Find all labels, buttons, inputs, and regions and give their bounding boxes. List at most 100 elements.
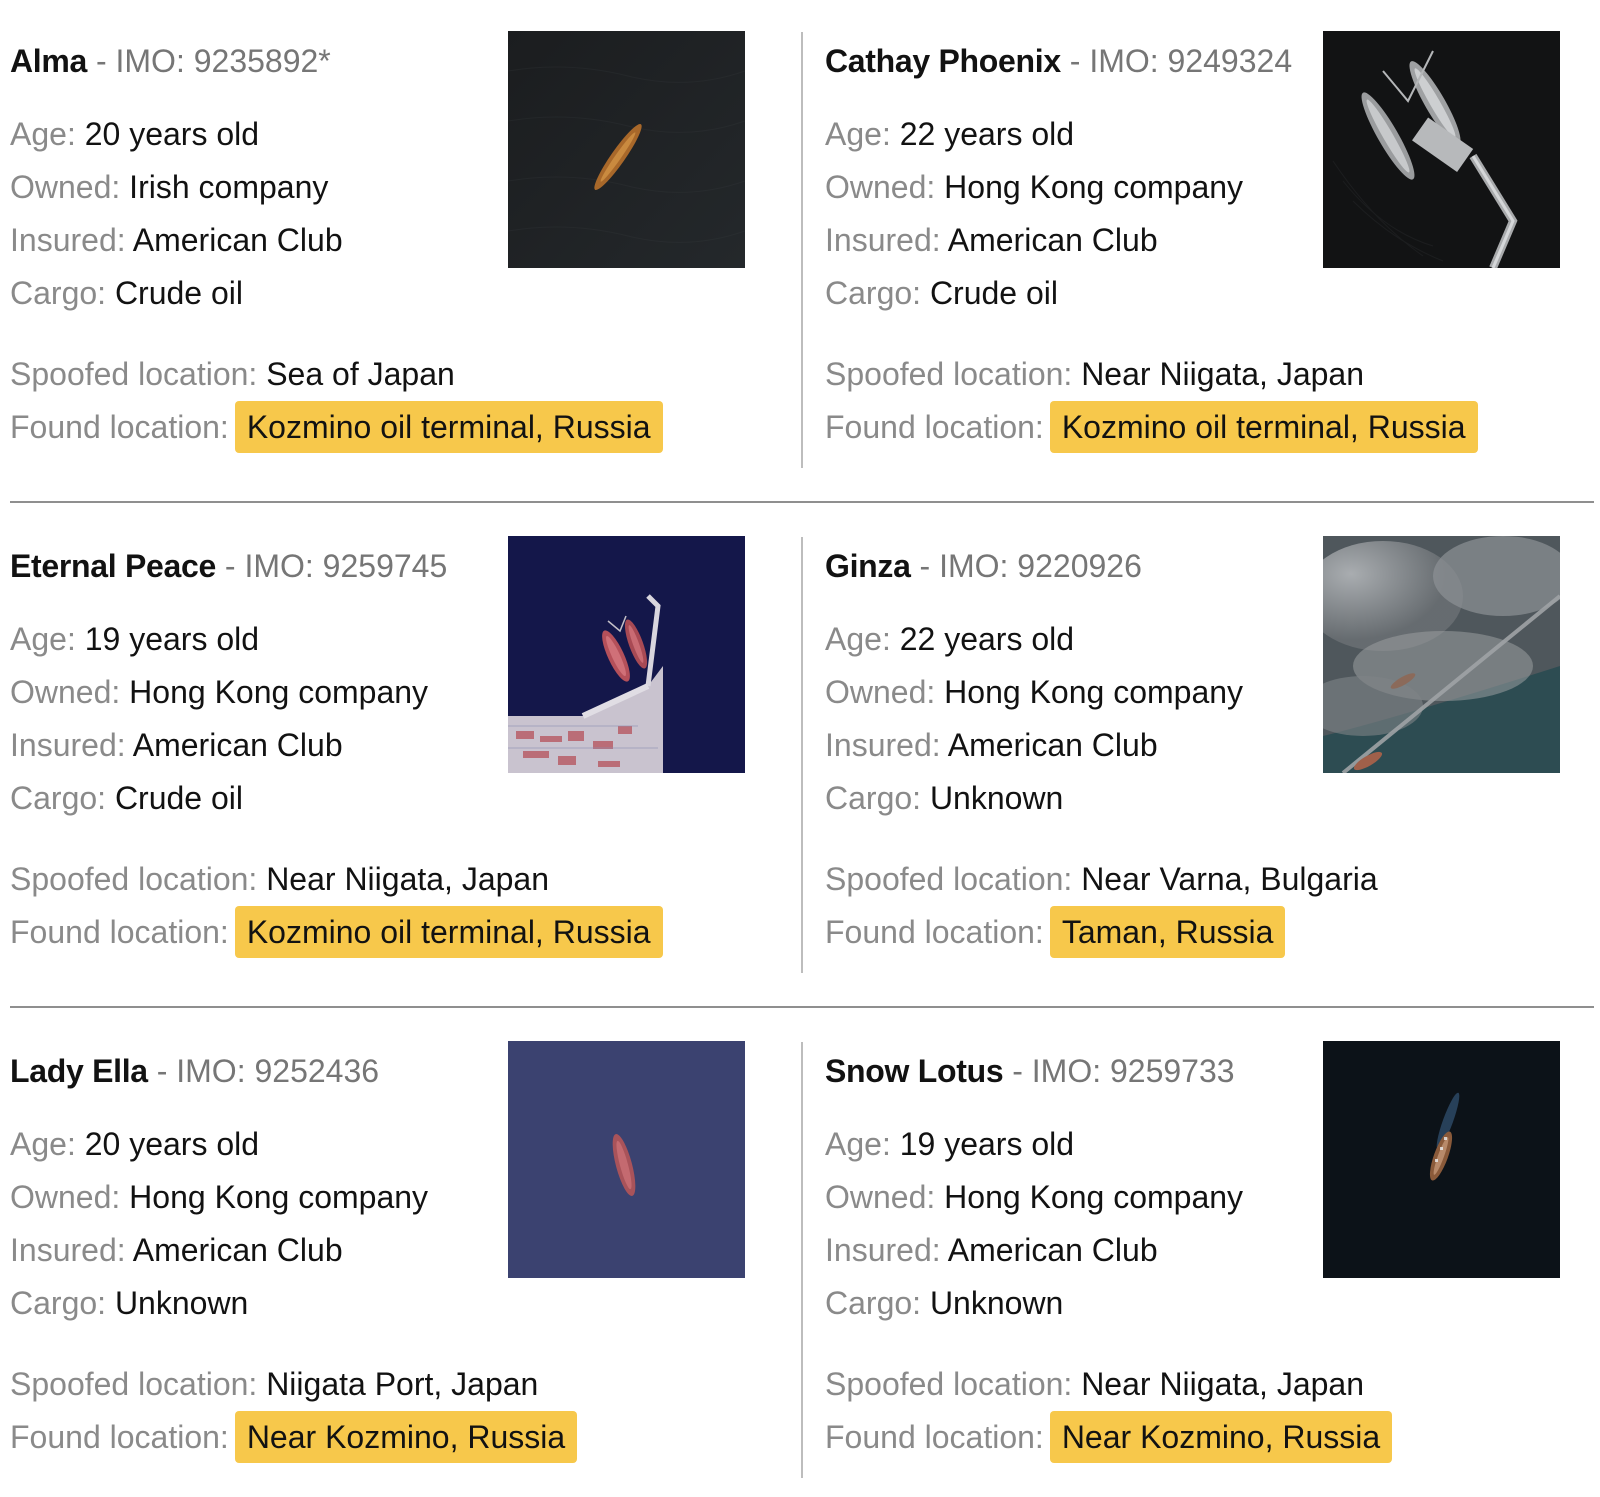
insured-label: Insured: — [10, 222, 126, 258]
satellite-image — [508, 31, 745, 268]
insured-label: Insured: — [10, 727, 126, 763]
vessel-locations: Spoofed location: Near Varna, Bulgaria F… — [825, 853, 1378, 959]
age-label: Age: — [825, 116, 891, 152]
vessel-title: Eternal Peace - IMO: 9259745 — [10, 547, 447, 585]
owned-label: Owned: — [10, 169, 121, 205]
vessel-row: Eternal Peace - IMO: 9259745 Age: 19 yea… — [0, 505, 1600, 965]
imo-number: 9252436 — [254, 1053, 380, 1089]
vessel-card: Lady Ella - IMO: 9252436 Age: 20 years o… — [0, 1010, 780, 1470]
age-value: 19 years old — [899, 1126, 1075, 1162]
found-location-highlight: Near Kozmino, Russia — [1049, 1411, 1393, 1463]
owned-value: Hong Kong company — [129, 1179, 429, 1215]
found-label: Found location: — [825, 914, 1044, 950]
imo-label: IMO: — [115, 43, 185, 79]
insured-label: Insured: — [10, 1232, 126, 1268]
cargo-value: Crude oil — [929, 275, 1058, 311]
spoofed-value: Near Niigata, Japan — [266, 861, 550, 897]
found-label: Found location: — [825, 409, 1044, 445]
row-divider — [10, 1006, 1594, 1008]
imo-label: IMO: — [1089, 43, 1159, 79]
found-label: Found location: — [10, 1419, 229, 1455]
insured-value: American Club — [947, 1232, 1158, 1268]
cargo-label: Cargo: — [10, 1285, 107, 1321]
spoofed-value: Niigata Port, Japan — [266, 1366, 539, 1402]
imo-separator: - — [87, 43, 116, 79]
vessel-name: Ginza — [825, 548, 911, 584]
vessel-name: Snow Lotus — [825, 1053, 1004, 1089]
insured-value: American Club — [947, 727, 1158, 763]
imo-separator: - — [216, 548, 245, 584]
imo-separator: - — [1060, 43, 1090, 79]
spoofed-label: Spoofed location: — [10, 356, 258, 392]
spoofed-label: Spoofed location: — [10, 1366, 258, 1402]
satellite-image — [508, 1041, 745, 1278]
vessel-details: Age: 19 years old Owned: Hong Kong compa… — [825, 1118, 1243, 1330]
vessel-details: Age: 22 years old Owned: Hong Kong compa… — [825, 108, 1243, 320]
imo-separator: - — [910, 548, 940, 584]
column-divider — [801, 537, 803, 973]
age-label: Age: — [825, 621, 891, 657]
vessel-card: Alma - IMO: 9235892* Age: 20 years old O… — [0, 0, 780, 460]
owned-label: Owned: — [10, 674, 121, 710]
spoofed-value: Near Niigata, Japan — [1081, 1366, 1365, 1402]
vessel-name: Alma — [10, 43, 88, 79]
vessel-title: Alma - IMO: 9235892* — [10, 42, 331, 80]
cargo-value: Crude oil — [114, 780, 243, 816]
cargo-label: Cargo: — [825, 275, 922, 311]
found-location-highlight: Kozmino oil terminal, Russia — [1049, 401, 1478, 453]
vessel-details: Age: 19 years old Owned: Hong Kong compa… — [10, 613, 428, 825]
found-location-highlight: Near Kozmino, Russia — [234, 1411, 578, 1463]
cargo-label: Cargo: — [10, 275, 107, 311]
found-label: Found location: — [10, 914, 229, 950]
cargo-value: Unknown — [929, 1285, 1064, 1321]
age-value: 20 years old — [84, 1126, 260, 1162]
found-location-highlight: Kozmino oil terminal, Russia — [234, 906, 663, 958]
vessel-locations: Spoofed location: Sea of Japan Found loc… — [10, 348, 663, 454]
insured-label: Insured: — [825, 1232, 941, 1268]
imo-number: 9259733 — [1109, 1053, 1235, 1089]
spoofed-label: Spoofed location: — [825, 1366, 1073, 1402]
vessel-title: Snow Lotus - IMO: 9259733 — [825, 1052, 1235, 1090]
imo-number: 9249324 — [1167, 43, 1293, 79]
found-location-highlight: Kozmino oil terminal, Russia — [234, 401, 663, 453]
spoofed-value: Near Varna, Bulgaria — [1081, 861, 1378, 897]
cargo-value: Unknown — [929, 780, 1064, 816]
age-label: Age: — [10, 116, 76, 152]
cargo-label: Cargo: — [825, 1285, 922, 1321]
found-label: Found location: — [10, 409, 229, 445]
owned-label: Owned: — [825, 1179, 936, 1215]
vessel-row: Lady Ella - IMO: 9252436 Age: 20 years o… — [0, 1010, 1600, 1470]
vessel-locations: Spoofed location: Near Niigata, Japan Fo… — [10, 853, 663, 959]
insured-value: American Club — [132, 1232, 343, 1268]
vessel-card: Eternal Peace - IMO: 9259745 Age: 19 yea… — [0, 505, 780, 965]
owned-value: Irish company — [129, 169, 329, 205]
column-divider — [801, 1042, 803, 1478]
vessel-details: Age: 20 years old Owned: Hong Kong compa… — [10, 1118, 428, 1330]
column-divider — [801, 32, 803, 468]
vessel-locations: Spoofed location: Niigata Port, Japan Fo… — [10, 1358, 578, 1464]
imo-separator: - — [1003, 1053, 1032, 1089]
owned-value: Hong Kong company — [129, 674, 429, 710]
satellite-image — [508, 536, 745, 773]
spoofed-value: Near Niigata, Japan — [1081, 356, 1365, 392]
vessel-name: Eternal Peace — [10, 548, 217, 584]
vessel-name: Lady Ella — [10, 1053, 148, 1089]
age-label: Age: — [10, 1126, 76, 1162]
imo-separator: - — [147, 1053, 177, 1089]
satellite-image — [1323, 536, 1560, 773]
owned-value: Hong Kong company — [944, 169, 1244, 205]
vessel-row: Alma - IMO: 9235892* Age: 20 years old O… — [0, 0, 1600, 460]
insured-value: American Club — [132, 727, 343, 763]
insured-value: American Club — [132, 222, 343, 258]
imo-label: IMO: — [176, 1053, 246, 1089]
vessel-title: Lady Ella - IMO: 9252436 — [10, 1052, 379, 1090]
found-label: Found location: — [825, 1419, 1044, 1455]
cargo-value: Unknown — [114, 1285, 249, 1321]
age-value: 22 years old — [899, 621, 1075, 657]
spoofed-value: Sea of Japan — [266, 356, 455, 392]
vessel-card: Ginza - IMO: 9220926 Age: 22 years old O… — [815, 505, 1595, 965]
age-label: Age: — [10, 621, 76, 657]
age-value: 19 years old — [84, 621, 260, 657]
vessel-title: Ginza - IMO: 9220926 — [825, 547, 1142, 585]
row-divider — [10, 501, 1594, 503]
